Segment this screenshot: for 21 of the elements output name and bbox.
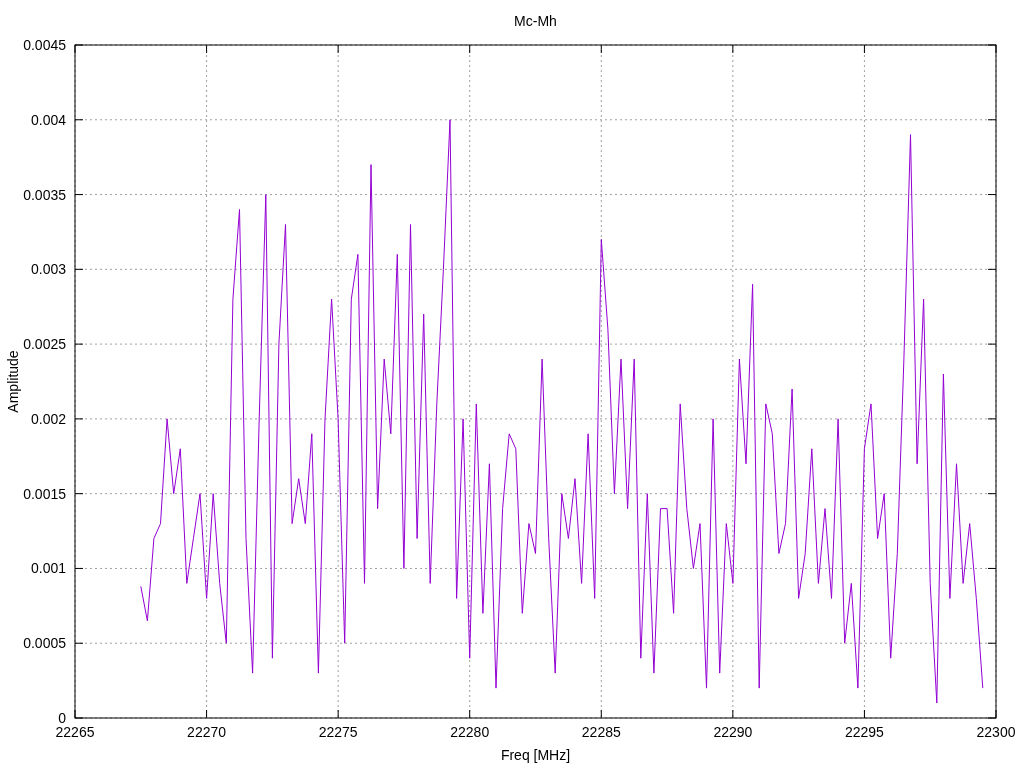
x-tick-label: 22280 [450, 724, 490, 740]
x-tick-label: 22285 [581, 724, 621, 740]
y-axis-label: Amplitude [5, 350, 21, 413]
y-tick-label: 0.0035 [23, 186, 66, 203]
x-tick-label: 22295 [844, 724, 884, 740]
x-tick-label: 22300 [976, 724, 1016, 740]
x-tick-label: 22275 [318, 724, 358, 740]
x-tick-label: 22270 [187, 724, 227, 740]
y-tick-label: 0.0045 [23, 37, 66, 53]
y-tick-label: 0.0025 [23, 336, 66, 353]
x-axis-label: Freq [MHz] [500, 747, 571, 763]
y-tick-label: 0.001 [30, 560, 66, 577]
chart-title: Mc-Mh [514, 13, 557, 29]
y-tick-label: 0.002 [30, 410, 66, 427]
x-tick-label: 22290 [713, 724, 753, 740]
y-tick-label: 0 [58, 710, 66, 726]
y-tick-label: 0.0005 [23, 635, 66, 652]
y-tick-label: 0.004 [30, 111, 66, 128]
y-tick-label: 0.0015 [23, 485, 66, 502]
y-tick-label: 0.003 [30, 261, 66, 278]
x-tick-label: 22265 [55, 724, 95, 740]
